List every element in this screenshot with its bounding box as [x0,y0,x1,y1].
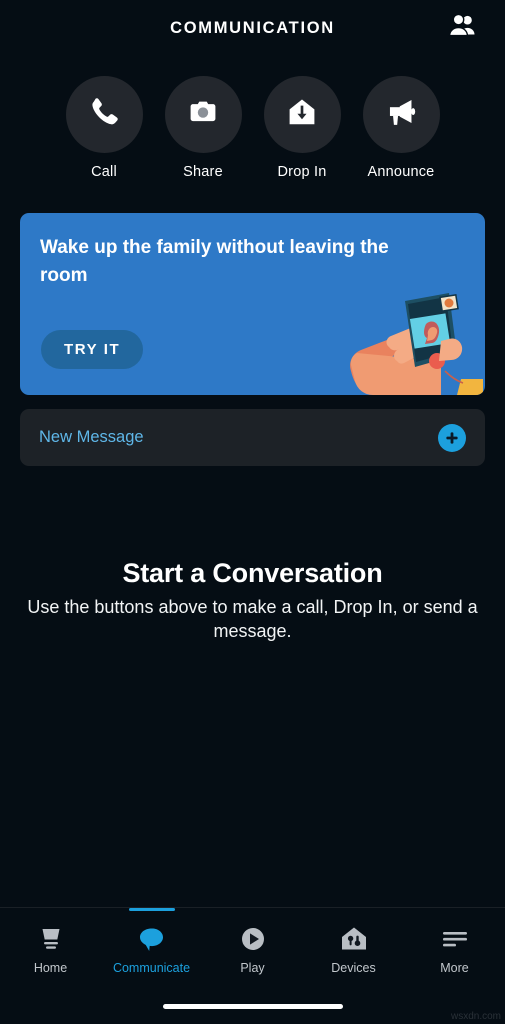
action-call[interactable]: Call [65,76,143,180]
camera-icon [187,96,219,133]
nav-item-home[interactable]: Home [0,908,101,988]
home-indicator[interactable] [162,1003,343,1009]
echo-device-icon [36,922,66,956]
new-message-bar[interactable]: New Message [20,409,485,466]
app-header: COMMUNICATION [0,0,505,56]
house-down-arrow-icon [286,96,318,133]
nav-item-devices-label: Devices [331,960,376,975]
nav-item-devices[interactable]: Devices [303,908,404,988]
action-call-label: Call [91,164,117,180]
hamburger-menu-icon [440,922,470,956]
nav-item-more-label: More [440,960,469,975]
action-announce[interactable]: Announce [362,76,440,180]
nav-item-home-label: Home [33,960,68,975]
phone-icon [87,95,121,134]
watermark: wsxdn.com [450,1011,501,1022]
smart-home-icon [339,922,369,956]
active-tab-indicator [128,908,175,911]
empty-state: Start a Conversation Use the buttons abo… [0,558,505,644]
hand-holding-phone-video-call-illustration [345,275,485,395]
action-announce-circle[interactable] [362,76,440,153]
nav-item-play-label: Play [240,960,265,975]
action-drop-in-label: Drop In [277,164,327,180]
nav-item-play[interactable]: Play [202,908,303,988]
action-drop-in[interactable]: Drop In [263,76,341,180]
play-circle-icon [238,922,268,956]
action-call-circle[interactable] [65,76,143,153]
nav-item-more[interactable]: More [404,908,505,988]
plus-circle-icon[interactable] [438,423,466,452]
empty-state-title: Start a Conversation [122,558,383,588]
bottom-navigation: Home Communicate Play Devices More wsxdn… [0,907,505,1024]
speech-bubble-icon [137,922,167,956]
action-share[interactable]: Share [164,76,242,180]
contacts-button[interactable] [445,11,479,45]
empty-state-subtitle: Use the buttons above to make a call, Dr… [27,597,478,642]
action-announce-label: Announce [367,164,435,180]
home-indicator-area [0,988,505,1024]
new-message-label: New Message [39,428,144,446]
page-title: COMMUNICATION [170,18,335,37]
try-it-button[interactable]: TRY IT [41,330,144,369]
promo-card[interactable]: Wake up the family without leaving the r… [20,213,485,395]
nav-item-communicate-label: Communicate [112,960,191,975]
megaphone-icon [384,95,418,134]
action-share-label: Share [183,164,223,180]
quick-actions-row: Call Share Drop In Announce [0,56,505,180]
contacts-people-icon [447,13,477,43]
nav-item-communicate[interactable]: Communicate [101,908,202,988]
action-drop-in-circle[interactable] [263,76,341,153]
action-share-circle[interactable] [164,76,242,153]
